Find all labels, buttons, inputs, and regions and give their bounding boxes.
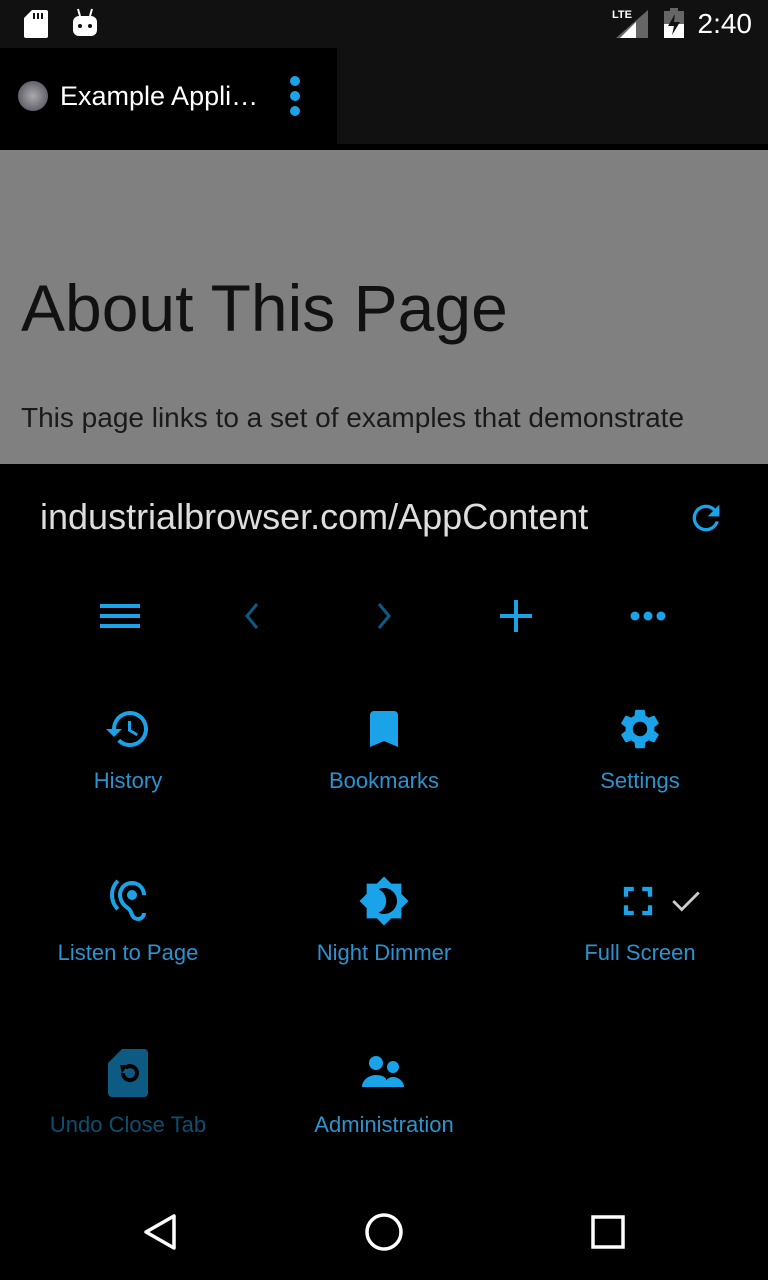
- menu-item-bookmarks[interactable]: Bookmarks: [256, 704, 512, 824]
- tab-example-application[interactable]: Example Appli…: [0, 48, 337, 144]
- menu-toolbar: [0, 594, 768, 638]
- kebab-icon[interactable]: [290, 76, 300, 116]
- menu-item-label: Settings: [600, 768, 680, 793]
- menu-item-undo-close-tab[interactable]: Undo Close Tab: [0, 1048, 256, 1168]
- menu-item-label: History: [93, 768, 163, 793]
- sd-card-icon: [24, 10, 48, 38]
- battery-charging-icon: [664, 8, 684, 38]
- forward-icon[interactable]: [359, 594, 409, 638]
- back-nav-icon[interactable]: [140, 1210, 184, 1254]
- url-field[interactable]: industrialbrowser.com/AppContent: [40, 496, 635, 538]
- clock: 2:40: [697, 8, 753, 39]
- web-content: About This Page This page links to a set…: [0, 150, 768, 464]
- menu-item-label: Undo Close Tab: [49, 1112, 207, 1137]
- people-icon: [362, 1056, 404, 1087]
- menu-item-label: Administration: [314, 1112, 454, 1137]
- checkmark-icon: [672, 891, 700, 912]
- menu-item-label: Bookmarks: [328, 768, 440, 793]
- page-heading: About This Page: [21, 271, 508, 345]
- home-nav-icon[interactable]: [362, 1210, 406, 1254]
- menu-item-label: Full Screen: [584, 940, 696, 965]
- bookmark-icon: [370, 711, 398, 747]
- back-icon[interactable]: [227, 594, 277, 638]
- system-nav-bar: [0, 1180, 768, 1280]
- menu-item-label: Listen to Page: [57, 940, 199, 965]
- more-icon[interactable]: [623, 594, 673, 638]
- menu-item-full-screen[interactable]: Full Screen: [512, 876, 768, 996]
- add-tab-icon[interactable]: [491, 594, 541, 638]
- restore-page-icon: [108, 1049, 148, 1097]
- brightness-icon: [359, 876, 409, 926]
- android-icon: [73, 8, 97, 36]
- menu-item-administration[interactable]: Administration: [256, 1048, 512, 1168]
- menu-item-history[interactable]: History: [0, 704, 256, 824]
- globe-icon: [18, 81, 48, 111]
- page-body-text: This page links to a set of examples tha…: [21, 402, 685, 433]
- menu-icon[interactable]: [95, 594, 145, 638]
- tab-bar: Example Appli…: [0, 48, 768, 144]
- status-bar: LTE 2:40: [0, 0, 768, 48]
- reload-icon[interactable]: [686, 498, 726, 538]
- ear-icon: [109, 879, 146, 922]
- fullscreen-icon: [623, 886, 653, 916]
- recents-nav-icon[interactable]: [586, 1210, 630, 1254]
- menu-item-settings[interactable]: Settings: [512, 704, 768, 824]
- history-icon: [106, 711, 148, 747]
- menu-item-label: Night Dimmer: [316, 940, 452, 965]
- tab-title: Example Appli…: [60, 80, 259, 111]
- browser-menu-sheet: industrialbrowser.com/AppContent History…: [0, 464, 768, 1180]
- gear-icon: [621, 709, 659, 749]
- menu-item-listen-to-page[interactable]: Listen to Page: [0, 876, 256, 996]
- signal-icon: [616, 10, 648, 38]
- menu-item-night-dimmer[interactable]: Night Dimmer: [256, 876, 512, 996]
